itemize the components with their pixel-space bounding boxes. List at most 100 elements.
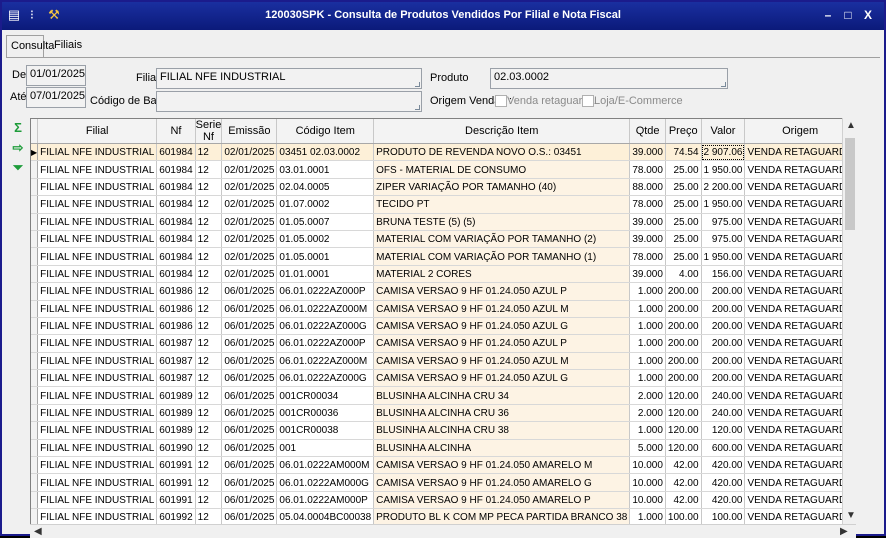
table-cell[interactable]: VENDA RETAGUARDA (744, 386, 855, 405)
minimize-button[interactable]: – (820, 7, 836, 23)
table-row[interactable]: FILIAL NFE INDUSTRIAL 601987 12 06/01/2025 0… (31, 352, 855, 371)
table-cell[interactable]: 601986 (156, 300, 196, 318)
table-cell[interactable]: 01.07.0002 (276, 195, 375, 214)
table-cell[interactable]: 02/01/2025 (221, 247, 278, 266)
table-cell[interactable]: VENDA RETAGUARDA (744, 143, 855, 162)
row-indicator[interactable] (31, 491, 39, 510)
table-cell[interactable]: FILIAL NFE INDUSTRIAL (37, 160, 158, 179)
table-cell[interactable]: FILIAL NFE INDUSTRIAL (37, 213, 158, 231)
table-cell[interactable]: BLUSINHA ALCINHA CRU 34 (373, 386, 631, 405)
table-cell[interactable]: 42.00 (665, 473, 702, 492)
table-cell[interactable]: VENDA RETAGUARDA (744, 230, 855, 249)
filter-down-icon[interactable]: ⏷ (10, 160, 26, 176)
vertical-scrollbar[interactable]: ▲ ▼ (842, 118, 856, 526)
table-cell[interactable]: VENDA RETAGUARDA (744, 247, 855, 266)
table-cell[interactable]: TECIDO PT (373, 195, 631, 214)
table-row[interactable]: FILIAL NFE INDUSTRIAL 601989 12 06/01/2025 0… (31, 404, 855, 423)
row-indicator[interactable] (31, 317, 39, 336)
table-cell[interactable]: 200.00 (665, 369, 702, 388)
table-cell[interactable]: 03451 02.03.0002 (276, 143, 375, 162)
table-cell[interactable]: 200.00 (665, 352, 702, 371)
table-cell[interactable]: 12 (195, 195, 223, 214)
table-cell[interactable]: CAMISA VERSAO 9 HF 01.24.050 AZUL M (373, 300, 631, 318)
table-cell[interactable]: 601991 (156, 456, 196, 475)
table-cell[interactable]: BLUSINHA ALCINHA (373, 439, 631, 458)
table-cell[interactable]: 601989 (156, 421, 196, 440)
table-row[interactable]: FILIAL NFE INDUSTRIAL 601984 12 02/01/2025 0… (31, 178, 855, 197)
table-row[interactable]: FILIAL NFE INDUSTRIAL 601991 12 06/01/2025 0… (31, 491, 855, 510)
table-cell[interactable]: 601991 (156, 473, 196, 492)
table-cell[interactable]: FILIAL NFE INDUSTRIAL (37, 404, 158, 423)
row-indicator[interactable] (31, 404, 39, 423)
export-icon[interactable]: ⇨ (10, 140, 26, 156)
row-indicator[interactable] (31, 213, 39, 231)
table-cell[interactable]: 12 (195, 160, 223, 179)
table-cell[interactable]: 156.00 (701, 265, 746, 284)
table-cell[interactable]: 02/01/2025 (221, 213, 278, 231)
table-cell[interactable]: 120.00 (665, 404, 702, 423)
table-cell[interactable]: FILIAL NFE INDUSTRIAL (37, 386, 158, 405)
table-cell[interactable]: 12 (195, 282, 223, 301)
table-cell[interactable]: 12 (195, 247, 223, 266)
table-cell[interactable]: 975.00 (701, 230, 746, 249)
table-cell[interactable]: 12 (195, 300, 223, 318)
table-cell[interactable]: VENDA RETAGUARDA (744, 352, 855, 371)
table-cell[interactable]: 12 (195, 265, 223, 284)
table-cell[interactable]: 06/01/2025 (221, 439, 278, 458)
row-indicator[interactable] (31, 352, 39, 371)
table-cell[interactable]: 1.000 (629, 334, 666, 353)
row-indicator[interactable] (31, 178, 39, 197)
codigo-barras-field[interactable] (156, 91, 422, 112)
table-row[interactable]: FILIAL NFE INDUSTRIAL 601987 12 06/01/2025 0… (31, 369, 855, 388)
table-cell[interactable]: 74.54 (665, 143, 702, 162)
table-row[interactable]: FILIAL NFE INDUSTRIAL 601984 12 02/01/2025 0… (31, 195, 855, 214)
table-cell[interactable]: BLUSINHA ALCINHA CRU 38 (373, 421, 631, 440)
table-cell[interactable]: 2.000 (629, 386, 666, 405)
table-cell[interactable]: 001 (276, 439, 375, 458)
scroll-left-icon[interactable]: ◀ (34, 526, 42, 537)
table-row[interactable]: FILIAL NFE INDUSTRIAL 601984 12 02/01/2025 0… (31, 160, 855, 179)
table-cell[interactable]: 200.00 (701, 334, 746, 353)
table-cell[interactable]: 02/01/2025 (221, 178, 278, 197)
table-cell[interactable]: 120.00 (701, 421, 746, 440)
table-cell[interactable]: 39.000 (629, 265, 666, 284)
table-cell[interactable]: BRUNA TESTE (5) (5) (373, 213, 631, 231)
table-cell[interactable]: 1.000 (629, 421, 666, 440)
table-cell[interactable]: FILIAL NFE INDUSTRIAL (37, 369, 158, 388)
row-indicator[interactable] (31, 300, 39, 318)
table-cell[interactable]: FILIAL NFE INDUSTRIAL (37, 265, 158, 284)
col-header-codigo-item[interactable]: Código Item (276, 119, 375, 144)
table-cell[interactable]: CAMISA VERSAO 9 HF 01.24.050 AMARELO G (373, 473, 631, 492)
table-cell[interactable]: 12 (195, 369, 223, 388)
table-cell[interactable]: 601984 (156, 265, 196, 284)
table-cell[interactable]: 601990 (156, 439, 196, 458)
table-cell[interactable]: ZIPER VARIAÇÃO POR TAMANHO (40) (373, 178, 631, 197)
table-cell[interactable]: FILIAL NFE INDUSTRIAL (37, 230, 158, 249)
row-pointer-icon[interactable]: ▶ (31, 143, 39, 162)
table-row[interactable]: FILIAL NFE INDUSTRIAL 601990 12 06/01/2025 0… (31, 439, 855, 458)
table-cell[interactable]: 12 (195, 491, 223, 510)
table-cell[interactable]: 06/01/2025 (221, 404, 278, 423)
loja-ecommerce-checkbox[interactable] (582, 95, 594, 107)
table-cell[interactable]: 601984 (156, 195, 196, 214)
table-cell[interactable]: 06.01.0222AZ000M (276, 300, 375, 318)
col-header-emissao[interactable]: Emissão (221, 119, 278, 144)
table-cell[interactable]: 06.01.0222AM000G (276, 473, 375, 492)
table-cell[interactable]: FILIAL NFE INDUSTRIAL (37, 195, 158, 214)
table-cell[interactable]: 1.000 (629, 352, 666, 371)
table-cell[interactable]: 120.00 (665, 421, 702, 440)
table-cell[interactable]: 601991 (156, 491, 196, 510)
table-cell[interactable]: 601986 (156, 317, 196, 336)
table-cell[interactable]: 601984 (156, 178, 196, 197)
table-cell[interactable]: CAMISA VERSAO 9 HF 01.24.050 AMARELO M (373, 456, 631, 475)
table-cell[interactable]: VENDA RETAGUARDA (744, 265, 855, 284)
col-header-filial[interactable]: Filial (37, 119, 158, 144)
table-cell[interactable]: 06/01/2025 (221, 352, 278, 371)
produto-field[interactable]: 02.03.0002 (490, 68, 728, 89)
table-cell[interactable]: 78.000 (629, 160, 666, 179)
col-header-valor[interactable]: Valor (701, 119, 746, 144)
table-cell[interactable]: MATERIAL COM VARIAÇÃO POR TAMANHO (1) (373, 247, 631, 266)
table-cell[interactable]: CAMISA VERSAO 9 HF 01.24.050 AZUL P (373, 334, 631, 353)
table-cell[interactable]: VENDA RETAGUARDA (744, 213, 855, 231)
table-cell[interactable]: FILIAL NFE INDUSTRIAL (37, 491, 158, 510)
